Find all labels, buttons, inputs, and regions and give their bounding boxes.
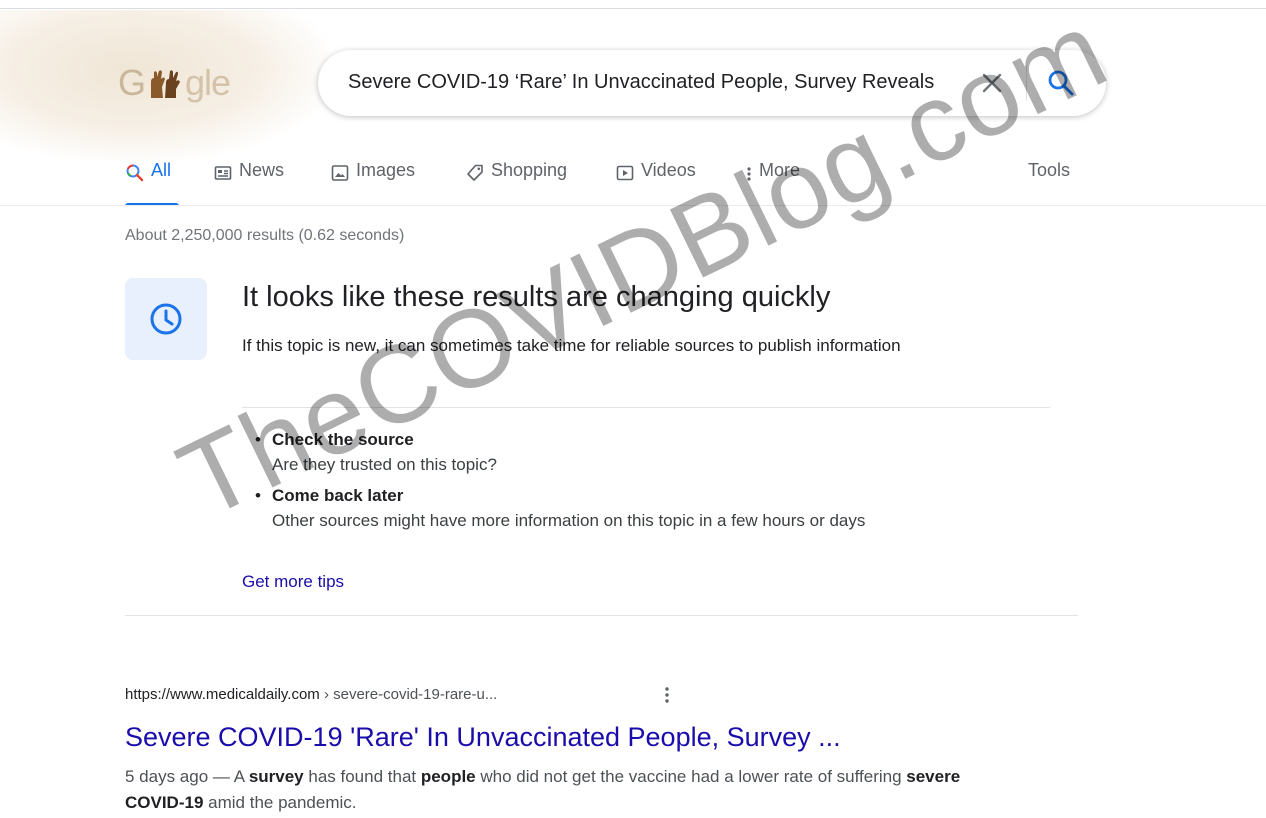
search-icon <box>125 163 145 183</box>
snippet-bold: people <box>420 767 476 786</box>
logo-prefix: G <box>118 62 146 103</box>
result-path: › severe-covid-19-rare-u... <box>319 686 498 703</box>
tips-list: Check the source Are they trusted on thi… <box>255 428 865 540</box>
search-divider <box>1026 65 1027 101</box>
tab-label: All <box>151 160 172 180</box>
get-more-tips-link[interactable]: Get more tips <box>242 572 344 592</box>
notice-body: If this topic is new, it can sometimes t… <box>242 336 901 355</box>
result-menu-button[interactable] <box>660 684 674 706</box>
tip-heading: Check the source <box>272 430 414 449</box>
tip-heading: Come back later <box>272 486 404 505</box>
result-title-link[interactable]: Severe COVID-19 'Rare' In Unvaccinated P… <box>125 722 841 753</box>
tab-images[interactable]: Images <box>330 160 415 206</box>
hands-icon <box>145 65 185 98</box>
clear-search-button[interactable] <box>978 69 1006 97</box>
list-item: Come back later Other sources might have… <box>255 484 865 534</box>
result-url[interactable]: https://www.medicaldaily.com › severe-co… <box>125 686 497 703</box>
newspaper-icon <box>213 163 233 183</box>
search-icon <box>1048 70 1074 96</box>
tools-button[interactable]: Tools <box>1028 160 1070 206</box>
top-divider <box>0 8 1266 9</box>
image-icon <box>330 163 350 183</box>
tip-text: Other sources might have more informatio… <box>272 511 866 530</box>
notice-divider <box>242 407 1050 408</box>
tab-all[interactable]: All <box>125 160 179 206</box>
tag-icon <box>465 163 485 183</box>
snippet-bold: survey <box>248 767 304 786</box>
tab-news[interactable]: News <box>213 160 284 206</box>
notice-title: It looks like these results are changing… <box>242 281 831 313</box>
google-doodle-logo[interactable]: G gle <box>118 62 231 104</box>
search-button[interactable] <box>1046 68 1076 98</box>
snippet-text: amid the pandemic. <box>203 793 357 812</box>
result-stats: About 2,250,000 results (0.62 seconds) <box>125 227 405 244</box>
search-box[interactable]: Severe COVID-19 ‘Rare’ In Unvaccinated P… <box>318 50 1106 116</box>
tools-label: Tools <box>1028 160 1071 180</box>
tabs-divider <box>0 205 1266 206</box>
close-icon <box>982 73 1002 93</box>
search-tabs: All News Images Shopping Videos More Too… <box>125 160 1085 206</box>
tab-label: Shopping <box>491 160 568 180</box>
logo-suffix: gle <box>185 62 231 103</box>
tab-label: Videos <box>641 160 696 180</box>
tip-text: Are they trusted on this topic? <box>272 455 497 474</box>
vertical-dots-icon <box>665 687 669 703</box>
clock-icon <box>150 303 182 335</box>
notice-icon-box <box>125 278 207 360</box>
play-icon <box>615 163 635 183</box>
tab-more[interactable]: More <box>743 160 800 206</box>
vertical-dots-icon <box>743 163 755 183</box>
tab-shopping[interactable]: Shopping <box>465 160 567 206</box>
result-snippet: 5 days ago — A survey has found that peo… <box>125 764 1005 816</box>
snippet-text: has found that <box>303 767 421 786</box>
snippet-text: who did not get the vaccine had a lower … <box>475 767 907 786</box>
tab-videos[interactable]: Videos <box>615 160 696 206</box>
tab-label: More <box>759 160 801 180</box>
section-divider <box>125 615 1078 616</box>
snippet-date: 5 days ago — <box>125 767 234 786</box>
snippet-text: A <box>233 767 249 786</box>
search-input[interactable]: Severe COVID-19 ‘Rare’ In Unvaccinated P… <box>348 71 968 94</box>
tab-label: News <box>239 160 285 180</box>
tab-label: Images <box>356 160 416 180</box>
list-item: Check the source Are they trusted on thi… <box>255 428 865 478</box>
result-domain: https://www.medicaldaily.com <box>125 686 320 703</box>
